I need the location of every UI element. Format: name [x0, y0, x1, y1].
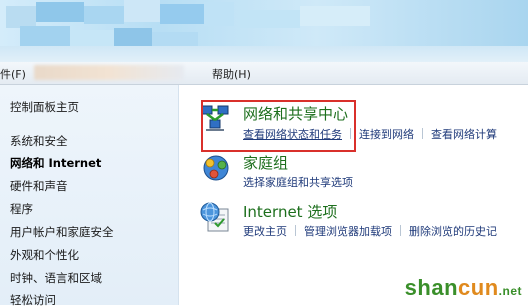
sidebar-item-ease-of-access[interactable]: 轻松访问: [10, 292, 56, 308]
link-homegroup-sharing-options[interactable]: 选择家庭组和共享选项: [243, 176, 353, 189]
link-delete-browsing-history[interactable]: 删除浏览的历史记: [409, 225, 497, 238]
sidebar: 控制面板主页 系统和安全 网络和 Internet 硬件和声音 程序 用户帐户和…: [0, 85, 179, 308]
category-title-homegroup[interactable]: 家庭组: [243, 152, 288, 173]
link-view-network-computers[interactable]: 查看网络计算: [431, 128, 497, 141]
watermark-logo: shancun.net: [404, 275, 522, 300]
link-change-homepage[interactable]: 更改主页: [243, 225, 287, 238]
menu-file[interactable]: 件(F): [0, 66, 26, 82]
divider: [422, 128, 423, 139]
divider: [400, 225, 401, 236]
divider: [295, 225, 296, 236]
highlight-annotation: [201, 100, 356, 152]
homegroup-icon: [203, 155, 229, 181]
sidebar-home-link[interactable]: 控制面板主页: [10, 99, 79, 115]
sidebar-item-user-accounts[interactable]: 用户帐户和家庭安全: [10, 224, 114, 240]
sidebar-item-system-security[interactable]: 系统和安全: [10, 133, 68, 149]
internet-options-icon: [200, 202, 229, 232]
category-links-internet-options: 更改主页 管理浏览器加载项 删除浏览的历史记: [243, 223, 497, 239]
menu-bar: 件(F) 帮助(H): [0, 62, 528, 85]
blurred-menu-region: [34, 65, 184, 80]
link-manage-addons[interactable]: 管理浏览器加载项: [304, 225, 392, 238]
category-links-homegroup: 选择家庭组和共享选项: [243, 174, 353, 190]
sidebar-item-network-internet: 网络和 Internet: [10, 156, 102, 170]
window-title-bar: [0, 0, 528, 62]
category-title-internet-options[interactable]: Internet 选项: [243, 201, 337, 222]
menu-help[interactable]: 帮助(H): [212, 66, 251, 82]
sidebar-item-clock-region[interactable]: 时钟、语言和区域: [10, 270, 102, 286]
link-connect-to-network[interactable]: 连接到网络: [359, 128, 414, 141]
sidebar-item-appearance[interactable]: 外观和个性化: [10, 247, 79, 263]
sidebar-item-hardware-sound[interactable]: 硬件和声音: [10, 178, 68, 194]
sidebar-item-programs[interactable]: 程序: [10, 201, 33, 217]
